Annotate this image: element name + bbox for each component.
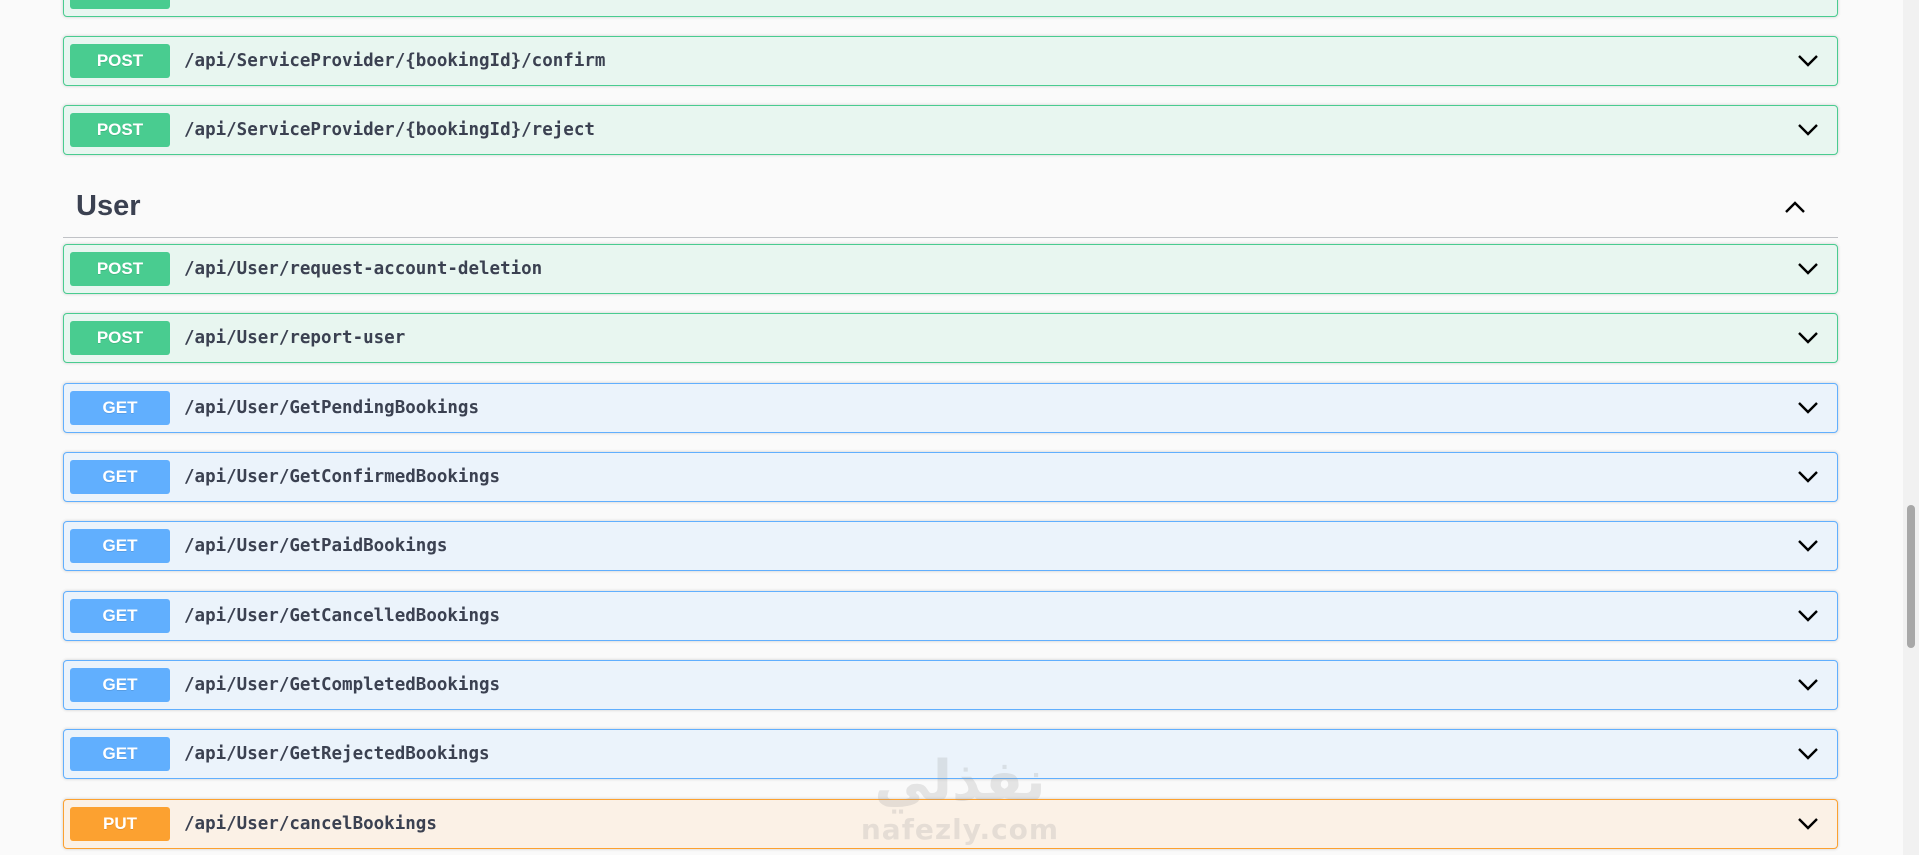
swagger-page: POST /api/ServiceProvider/{bookingId}/co… xyxy=(0,0,1919,855)
method-badge: POST xyxy=(70,44,170,78)
opblock-path: /api/ServiceProvider/{bookingId}/reject xyxy=(184,120,595,140)
method-badge: GET xyxy=(70,460,170,494)
method-badge: POST xyxy=(70,113,170,147)
opblock-path: /api/User/GetPendingBookings xyxy=(184,398,480,418)
opblock-path: /api/User/report-user xyxy=(184,328,406,348)
method-badge: POST xyxy=(70,252,170,286)
opblock-path: /api/User/GetCompletedBookings xyxy=(184,675,501,695)
chevron-down-icon[interactable] xyxy=(1793,531,1823,561)
opblock-partial[interactable] xyxy=(63,0,1838,17)
chevron-down-icon[interactable] xyxy=(1793,46,1823,76)
opblock-path: /api/User/request-account-deletion xyxy=(184,259,543,279)
tag-title: User xyxy=(76,190,141,222)
chevron-down-icon[interactable] xyxy=(1793,462,1823,492)
opblock-user-get-completed-bookings[interactable]: GET /api/User/GetCompletedBookings xyxy=(63,660,1838,710)
method-badge xyxy=(70,0,170,9)
opblock-serviceprovider-reject[interactable]: POST /api/ServiceProvider/{bookingId}/re… xyxy=(63,105,1838,155)
opblock-path: /api/User/GetPaidBookings xyxy=(184,536,448,556)
opblock-user-get-confirmed-bookings[interactable]: GET /api/User/GetConfirmedBookings xyxy=(63,452,1838,502)
opblock-user-get-paid-bookings[interactable]: GET /api/User/GetPaidBookings xyxy=(63,521,1838,571)
method-badge: GET xyxy=(70,668,170,702)
opblock-serviceprovider-confirm[interactable]: POST /api/ServiceProvider/{bookingId}/co… xyxy=(63,36,1838,86)
chevron-down-icon[interactable] xyxy=(1793,323,1823,353)
method-badge: GET xyxy=(70,737,170,771)
tag-section-header-user[interactable]: User xyxy=(63,176,1838,238)
method-badge: GET xyxy=(70,529,170,563)
opblock-path: /api/User/GetConfirmedBookings xyxy=(184,467,501,487)
opblock-user-get-rejected-bookings[interactable]: GET /api/User/GetRejectedBookings xyxy=(63,729,1838,779)
vertical-scrollbar[interactable] xyxy=(1903,0,1919,855)
chevron-up-icon[interactable] xyxy=(1780,192,1810,222)
method-badge: GET xyxy=(70,599,170,633)
scrollbar-thumb[interactable] xyxy=(1907,505,1915,648)
opblock-user-get-cancelled-bookings[interactable]: GET /api/User/GetCancelledBookings xyxy=(63,591,1838,641)
opblock-user-request-account-deletion[interactable]: POST /api/User/request-account-deletion xyxy=(63,244,1838,294)
chevron-down-icon[interactable] xyxy=(1793,670,1823,700)
opblock-user-report-user[interactable]: POST /api/User/report-user xyxy=(63,313,1838,363)
chevron-down-icon[interactable] xyxy=(1793,393,1823,423)
chevron-down-icon[interactable] xyxy=(1793,254,1823,284)
method-badge: PUT xyxy=(70,807,170,841)
opblock-path: /api/User/GetRejectedBookings xyxy=(184,744,490,764)
chevron-down-icon[interactable] xyxy=(1793,115,1823,145)
method-badge: GET xyxy=(70,391,170,425)
opblock-path: /api/User/GetCancelledBookings xyxy=(184,606,501,626)
method-badge: POST xyxy=(70,321,170,355)
opblock-user-cancel-bookings[interactable]: PUT /api/User/cancelBookings xyxy=(63,799,1838,849)
chevron-down-icon[interactable] xyxy=(1793,601,1823,631)
opblock-user-get-pending-bookings[interactable]: GET /api/User/GetPendingBookings xyxy=(63,383,1838,433)
chevron-down-icon[interactable] xyxy=(1793,739,1823,769)
opblock-path: /api/ServiceProvider/{bookingId}/confirm xyxy=(184,51,606,71)
opblock-path: /api/User/cancelBookings xyxy=(184,814,437,834)
chevron-down-icon[interactable] xyxy=(1793,809,1823,839)
